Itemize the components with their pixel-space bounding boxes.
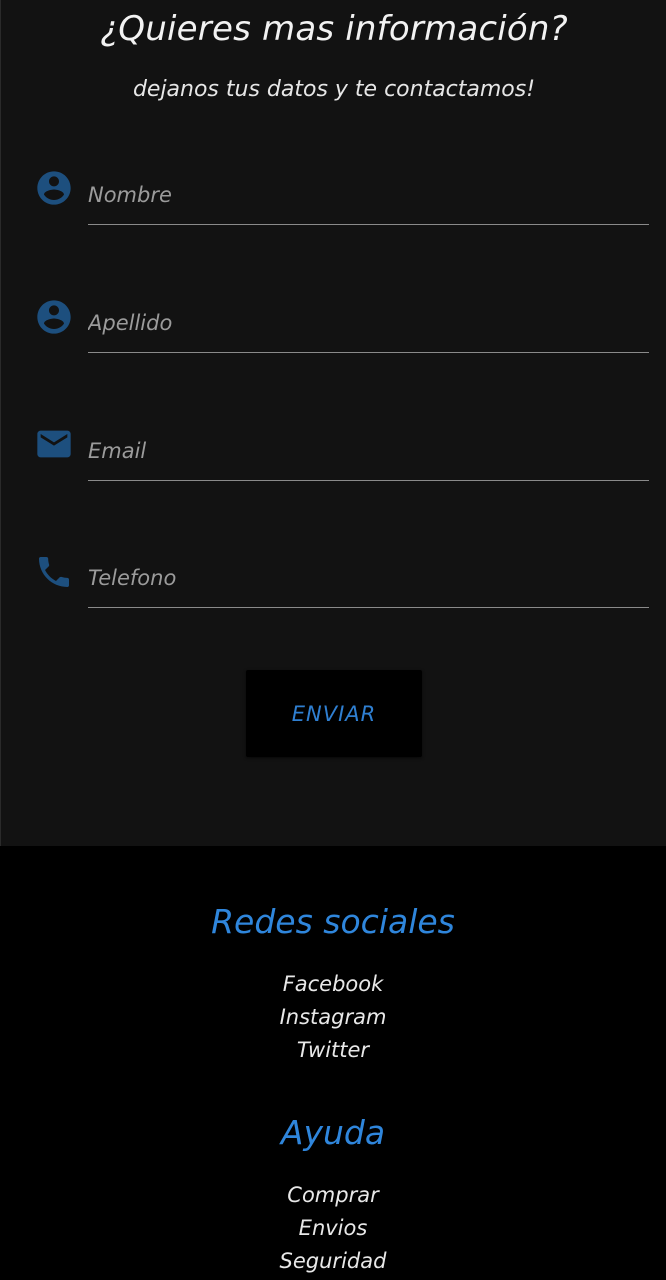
phone-icon (34, 552, 74, 592)
social-heading: Redes sociales (211, 902, 455, 941)
contact-form-section: ¿Quieres mas información? dejanos tus da… (0, 0, 666, 846)
footer: Redes sociales Facebook Instagram Twitte… (0, 846, 666, 1280)
person-icon (34, 168, 74, 208)
phone-field-group (1, 542, 666, 622)
security-link[interactable]: Seguridad (0, 1246, 666, 1276)
help-heading: Ayuda (280, 1113, 386, 1152)
email-input[interactable] (88, 421, 649, 481)
person-icon (34, 297, 74, 337)
phone-input[interactable] (88, 548, 649, 608)
twitter-link[interactable]: Twitter (0, 1035, 666, 1065)
send-button[interactable]: ENVIAR (246, 670, 422, 757)
email-field-group (1, 414, 666, 494)
first-name-field-group (1, 158, 666, 238)
contact-title: ¿Quieres mas información? (100, 9, 568, 49)
last-name-input[interactable] (88, 293, 649, 353)
last-name-field-group (1, 286, 666, 366)
first-name-input[interactable] (88, 165, 649, 225)
instagram-link[interactable]: Instagram (0, 1002, 666, 1032)
page: ¿Quieres mas información? dejanos tus da… (0, 0, 666, 1280)
contact-subtitle: dejanos tus datos y te contactamos! (132, 77, 536, 102)
buy-link[interactable]: Comprar (0, 1180, 666, 1210)
email-icon (34, 424, 74, 464)
shipping-link[interactable]: Envios (0, 1213, 666, 1243)
facebook-link[interactable]: Facebook (0, 969, 666, 999)
